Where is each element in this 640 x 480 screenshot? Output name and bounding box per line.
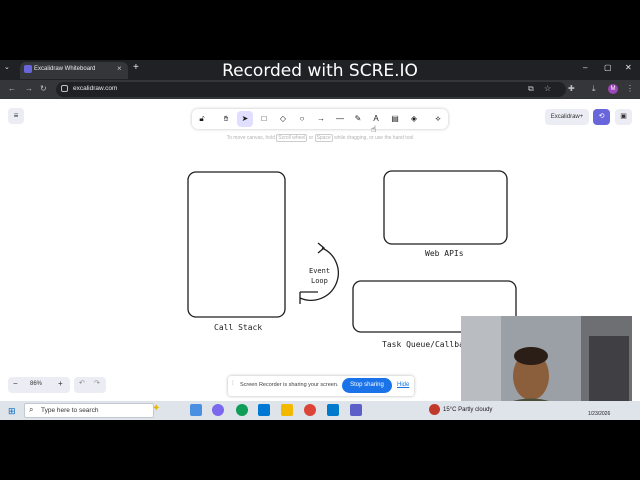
outlook-icon[interactable]	[258, 404, 270, 416]
webcam-picture	[461, 316, 632, 411]
event-loop-label-1: Event	[309, 267, 331, 275]
event-loop-arrowhead-bottom	[299, 291, 318, 304]
weather-icon[interactable]	[429, 404, 440, 415]
zoom-out-button[interactable]: −	[13, 379, 18, 388]
hide-link[interactable]: Hide	[397, 382, 409, 388]
vscode-icon[interactable]	[327, 404, 339, 416]
task-queue-label: Task Queue/Callback	[382, 340, 474, 349]
drag-handle-icon[interactable]: ⁞	[232, 381, 234, 387]
chrome-icon[interactable]	[304, 404, 316, 416]
weather-text[interactable]: 15°C Partly cloudy	[443, 407, 492, 413]
webcam-overlay	[461, 316, 632, 411]
stop-sharing-button[interactable]: Stop sharing	[342, 378, 392, 393]
web-apis-box	[383, 170, 508, 245]
event-loop-arrowhead-top	[317, 242, 326, 254]
windows-start-icon[interactable]: ⊞	[8, 406, 16, 417]
edge-icon[interactable]	[236, 404, 248, 416]
taskbar-search-placeholder[interactable]: Type here to search	[41, 407, 98, 414]
call-stack-label: Call Stack	[214, 323, 263, 332]
sparkle-icon[interactable]: ✦	[152, 403, 160, 414]
zoom-level[interactable]: 86%	[30, 381, 42, 387]
share-message: Screen Recorder is sharing your screen.	[240, 382, 339, 388]
taskbar-date[interactable]: 1/23/2026	[588, 411, 610, 417]
task-view-icon[interactable]	[190, 404, 202, 416]
search-icon: ⌕	[29, 405, 34, 414]
call-stack-box	[187, 171, 286, 318]
screen-recorder-icon[interactable]	[350, 404, 362, 416]
event-loop-label-2: Loop	[311, 277, 328, 285]
copilot-icon[interactable]	[212, 404, 224, 416]
zoom-in-button[interactable]: +	[58, 379, 63, 388]
undo-icon[interactable]: ↶	[79, 379, 85, 387]
file-explorer-icon[interactable]	[281, 404, 293, 416]
redo-icon[interactable]: ↷	[94, 379, 100, 387]
web-apis-label: Web APIs	[425, 249, 464, 258]
